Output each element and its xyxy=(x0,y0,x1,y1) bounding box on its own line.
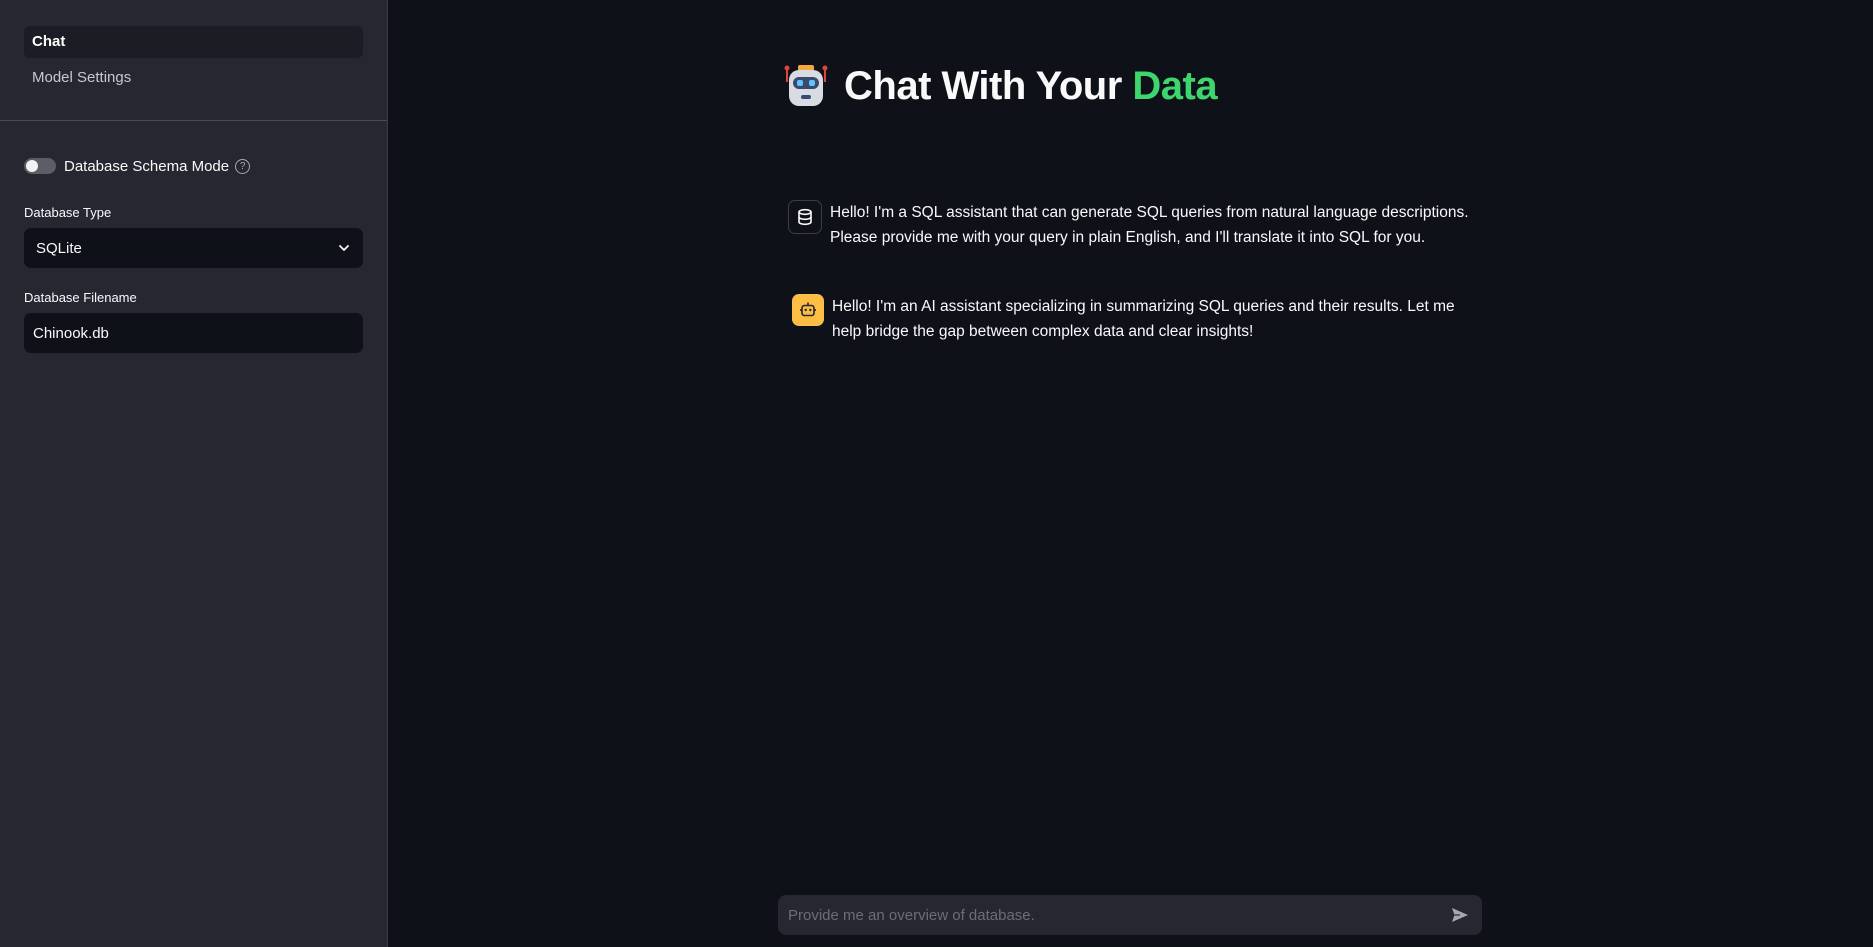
main-area: Chat With Your Data Hello! I'm a SQL ass… xyxy=(388,0,1873,947)
chat-input-container xyxy=(778,895,1482,935)
schema-mode-row: Database Schema Mode ? xyxy=(24,155,363,177)
page-header: Chat With Your Data xyxy=(782,62,1218,110)
chat-message: Hello! I'm a SQL assistant that can gene… xyxy=(788,200,1488,250)
bot-icon xyxy=(800,302,816,317)
database-type-select[interactable]: SQLite xyxy=(24,228,363,268)
send-icon xyxy=(1452,908,1468,922)
database-avatar xyxy=(788,200,822,234)
message-text: Hello! I'm an AI assistant specializing … xyxy=(832,298,1455,340)
page-title: Chat With Your Data xyxy=(844,63,1218,109)
chat-message: Hello! I'm an AI assistant specializing … xyxy=(788,294,1488,344)
sidebar-body: Database Schema Mode ? Database Type SQL… xyxy=(0,121,387,353)
nav-item-chat[interactable]: Chat xyxy=(24,26,363,58)
title-accent: Data xyxy=(1132,63,1218,108)
question-circle-icon[interactable]: ? xyxy=(235,158,251,174)
send-button[interactable] xyxy=(1448,903,1472,927)
database-icon xyxy=(798,208,812,226)
message-text: Hello! I'm a SQL assistant that can gene… xyxy=(830,204,1469,246)
database-type-value: SQLite xyxy=(36,239,82,257)
schema-mode-label: Database Schema Mode xyxy=(64,157,230,175)
app: Chat Model Settings Database Schema Mode… xyxy=(0,0,1873,947)
toggle-knob xyxy=(26,160,38,172)
robot-icon xyxy=(784,65,828,106)
database-filename-input[interactable] xyxy=(24,313,363,353)
nav-item-model-settings[interactable]: Model Settings xyxy=(24,62,363,94)
sidebar: Chat Model Settings Database Schema Mode… xyxy=(0,0,388,947)
database-type-label: Database Type xyxy=(24,205,112,220)
bot-avatar xyxy=(792,294,824,326)
title-main: Chat With Your xyxy=(844,63,1133,108)
database-filename-label: Database Filename xyxy=(24,290,137,305)
schema-mode-toggle[interactable] xyxy=(24,158,56,174)
chevron-down-icon xyxy=(339,245,349,251)
chat-input[interactable] xyxy=(788,906,1448,924)
sidebar-nav: Chat Model Settings xyxy=(0,0,387,121)
